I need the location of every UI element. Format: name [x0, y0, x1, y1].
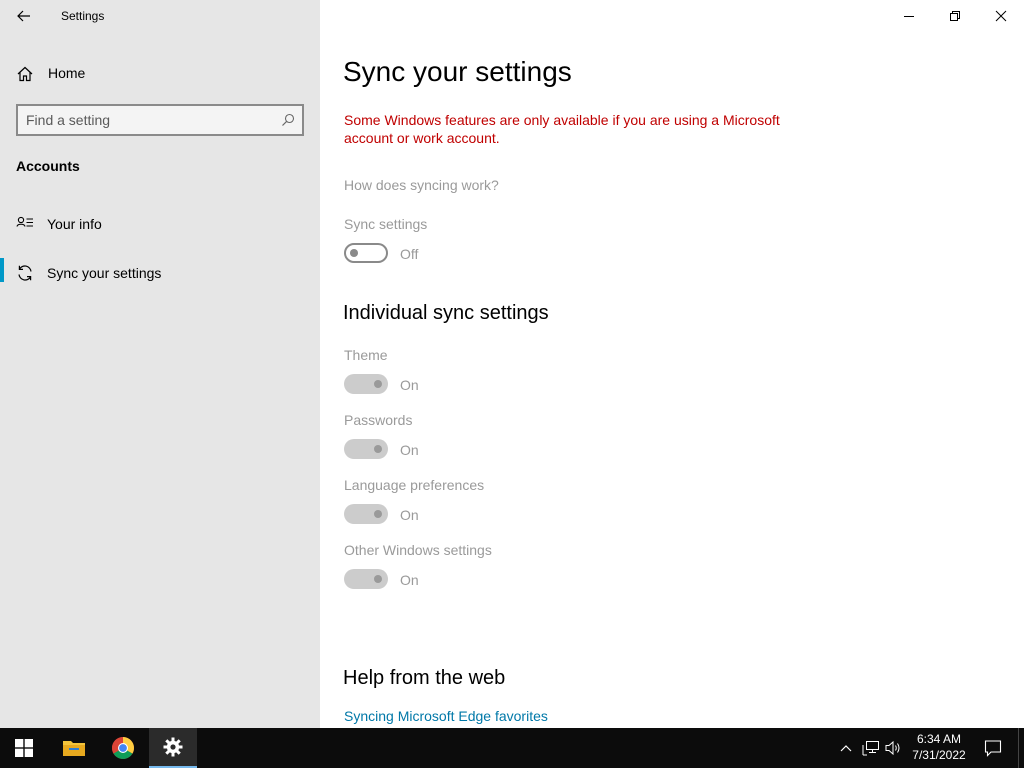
taskbar: 6:34 AM 7/31/2022 [0, 728, 1024, 768]
toggle-knob [374, 510, 382, 518]
minimize-button[interactable] [886, 0, 932, 32]
other-windows-settings-state: On [400, 572, 419, 588]
search-input[interactable] [26, 111, 276, 129]
toggle-knob [374, 575, 382, 583]
minimize-icon [904, 16, 914, 17]
clock-date: 7/31/2022 [912, 748, 966, 762]
windows-logo-icon [15, 739, 33, 757]
sync-settings-state: Off [400, 246, 419, 262]
chrome-icon [112, 737, 134, 759]
action-center-button[interactable] [978, 728, 1008, 768]
account-warning-text: Some Windows features are only available… [344, 112, 780, 146]
passwords-toggle [344, 439, 388, 459]
other-windows-settings-toggle [344, 569, 388, 589]
theme-label: Theme [344, 347, 388, 363]
selection-indicator [0, 258, 4, 282]
back-button[interactable] [12, 4, 36, 28]
close-button[interactable] [978, 0, 1024, 32]
restore-icon [950, 11, 960, 21]
home-icon [17, 66, 33, 82]
taskbar-clock[interactable]: 6:34 AM 7/31/2022 [904, 731, 974, 763]
search-icon[interactable] [280, 112, 296, 128]
theme-toggle [344, 374, 388, 394]
other-windows-settings-label: Other Windows settings [344, 542, 492, 558]
page-title: Sync your settings [343, 56, 572, 87]
sidebar-item-sync-your-settings[interactable]: Sync your settings [0, 255, 320, 291]
toggle-knob [350, 249, 358, 257]
sidebar-item-label: Your info [47, 216, 102, 232]
notification-icon [984, 740, 1002, 757]
passwords-label: Passwords [344, 412, 413, 428]
network-tray-button[interactable] [861, 738, 881, 758]
toggle-knob [374, 380, 382, 388]
restore-button[interactable] [932, 0, 978, 32]
sync-settings-toggle[interactable] [344, 243, 388, 263]
individual-sync-heading: Individual sync settings [343, 302, 549, 324]
back-arrow-icon [17, 10, 30, 22]
app-title: Settings [61, 9, 105, 23]
sync-settings-label: Sync settings [344, 216, 428, 232]
home-label: Home [48, 65, 86, 81]
content-pane: Sync your settings Some Windows features… [320, 0, 1024, 728]
close-icon [995, 10, 1007, 22]
sync-icon [18, 265, 32, 281]
show-hidden-icons-button[interactable] [836, 738, 856, 758]
section-heading-accounts: Accounts [16, 158, 80, 174]
sidebar-item-your-info[interactable]: Your info [0, 206, 320, 242]
help-heading: Help from the web [343, 667, 506, 689]
language-preferences-label: Language preferences [344, 477, 485, 493]
start-button[interactable] [0, 728, 48, 768]
sidebar-item-label: Sync your settings [47, 265, 162, 281]
settings-taskbar-button[interactable] [149, 728, 197, 768]
chrome-button[interactable] [99, 728, 147, 768]
gear-icon [163, 737, 183, 757]
how-syncing-works-link: How does syncing work? [344, 177, 499, 193]
person-list-icon [16, 216, 33, 227]
theme-state: On [400, 377, 419, 393]
volume-icon [885, 740, 900, 756]
show-desktop-button[interactable] [1018, 728, 1024, 768]
volume-tray-button[interactable] [884, 738, 904, 758]
network-icon [862, 741, 879, 756]
language-preferences-state: On [400, 507, 419, 523]
toggle-knob [374, 445, 382, 453]
language-preferences-toggle [344, 504, 388, 524]
file-explorer-button[interactable] [50, 728, 98, 768]
help-link-edge-favorites[interactable]: Syncing Microsoft Edge favorites [344, 708, 548, 724]
folder-icon [63, 741, 85, 756]
chevron-up-icon [840, 745, 852, 752]
search-box[interactable] [16, 104, 304, 136]
navigation-pane: Settings Home Accounts Your info Sync yo… [0, 0, 320, 728]
passwords-state: On [400, 442, 419, 458]
clock-time: 6:34 AM [916, 732, 962, 746]
sidebar-item-home[interactable]: Home [0, 58, 320, 88]
